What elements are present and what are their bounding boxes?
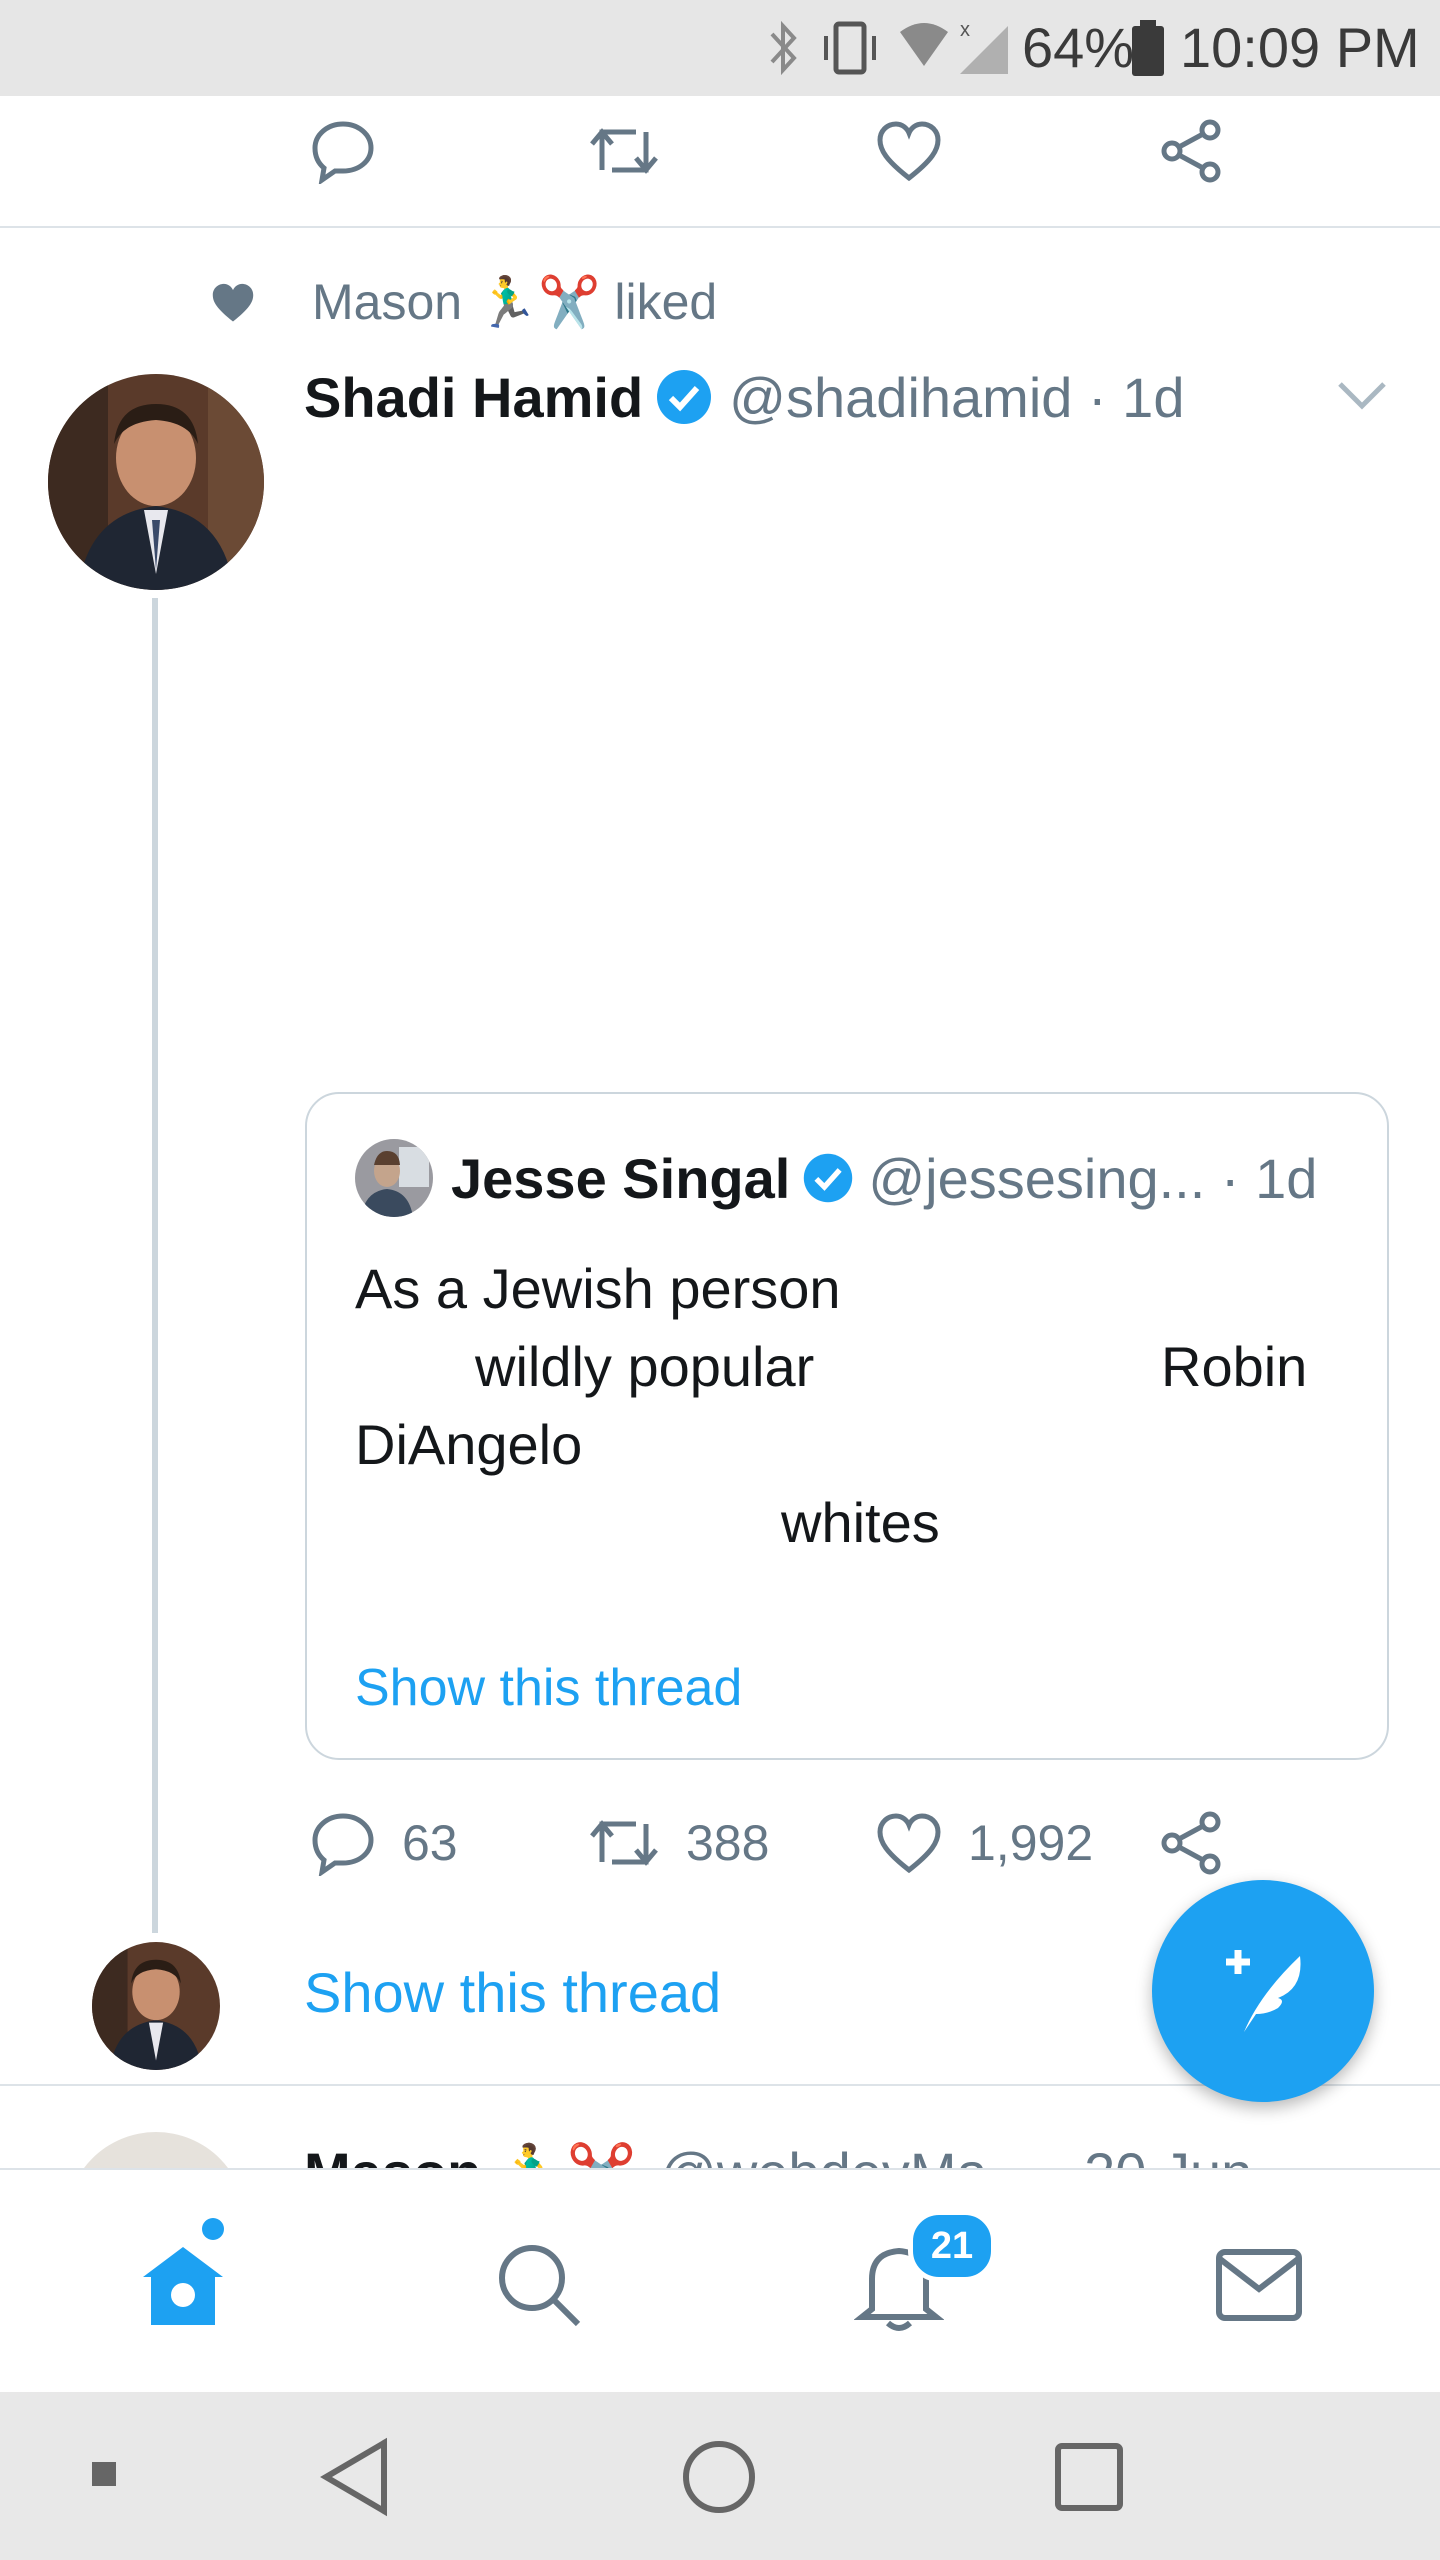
clock: 10:09 PM bbox=[1180, 16, 1420, 79]
signal-icon: x bbox=[956, 18, 1012, 78]
next-tweet-meta: @webdevMa... · 20 Jun bbox=[660, 2140, 1252, 2168]
quoted-avatar bbox=[355, 1139, 433, 1217]
wifi-icon bbox=[896, 18, 952, 78]
author-handle: @shadihamid · 1d bbox=[729, 365, 1185, 429]
author-name[interactable]: Shadi Hamid bbox=[304, 365, 643, 430]
tab-search[interactable] bbox=[484, 2230, 594, 2340]
quoted-text-line1: As a Jewish person bbox=[355, 1257, 841, 1320]
reply-icon bbox=[310, 1810, 376, 1876]
share-button[interactable] bbox=[1158, 1810, 1224, 1876]
svg-text:x: x bbox=[960, 19, 970, 41]
heart-filled-icon bbox=[210, 281, 256, 323]
share-icon bbox=[1158, 118, 1224, 184]
nav-home-button[interactable] bbox=[674, 2432, 764, 2522]
tab-home[interactable] bbox=[128, 2230, 238, 2340]
back-triangle-icon bbox=[320, 2437, 390, 2517]
share-icon bbox=[1158, 1810, 1224, 1876]
like-button[interactable] bbox=[876, 118, 942, 184]
quoted-text-line4: whites bbox=[781, 1491, 940, 1554]
divider bbox=[0, 226, 1440, 228]
show-thread-link[interactable]: Show this thread bbox=[304, 1960, 721, 2025]
like-icon bbox=[876, 118, 942, 184]
battery-percent: 64% bbox=[1022, 16, 1135, 79]
retweet-count: 388 bbox=[686, 1815, 770, 1871]
like-count: 1,992 bbox=[968, 1815, 1094, 1871]
quoted-tweet-card[interactable]: Jesse Singal @jessesing... · 1d As a Jew… bbox=[305, 1092, 1389, 1760]
recents-square-icon bbox=[1054, 2442, 1124, 2512]
bluetooth-icon bbox=[764, 18, 804, 78]
quoted-author-name: Jesse Singal bbox=[451, 1146, 791, 1210]
next-tweet-author: Mason 🏃‍♂️✂️ bbox=[304, 2140, 636, 2168]
tweet-header: Shadi Hamid @shadihamid · 1d bbox=[304, 362, 1184, 432]
share-button[interactable] bbox=[1158, 118, 1224, 184]
square-small-icon bbox=[92, 2462, 116, 2486]
reply-button[interactable] bbox=[310, 118, 376, 184]
retweet-button[interactable]: 388 bbox=[588, 1810, 769, 1876]
next-tweet-avatar bbox=[66, 2132, 246, 2168]
thread-avatar[interactable] bbox=[92, 1942, 220, 2070]
quoted-author-handle: @jessesing... · 1d bbox=[868, 1146, 1318, 1210]
system-nav-bar bbox=[0, 2392, 1440, 2560]
compose-feather-icon bbox=[1208, 1936, 1318, 2046]
reply-count: 63 bbox=[402, 1815, 458, 1871]
nav-recents-button[interactable] bbox=[1044, 2432, 1134, 2522]
quoted-text-line2a: wildly popular bbox=[475, 1335, 815, 1398]
like-icon bbox=[876, 1810, 942, 1876]
mail-icon bbox=[1214, 2247, 1304, 2323]
verified-badge-icon bbox=[655, 368, 713, 426]
notification-badge: 21 bbox=[908, 2210, 996, 2282]
quoted-show-thread-link[interactable]: Show this thread bbox=[355, 1658, 742, 1718]
compose-tweet-button[interactable] bbox=[1152, 1880, 1374, 2102]
retweet-icon bbox=[588, 1810, 660, 1876]
reply-icon bbox=[310, 118, 376, 184]
bottom-tab-bar bbox=[0, 2168, 1440, 2394]
social-context: Mason 🏃‍♂️✂️ liked bbox=[210, 268, 717, 336]
search-icon bbox=[494, 2240, 584, 2330]
quoted-text-line2b: Robin bbox=[1161, 1335, 1308, 1398]
quoted-tweet-header: Jesse Singal @jessesing... · 1d bbox=[355, 1138, 1317, 1218]
vibrate-icon bbox=[816, 18, 884, 78]
chevron-down-icon[interactable] bbox=[1336, 378, 1388, 412]
home-new-content-dot bbox=[202, 2218, 224, 2240]
battery-icon bbox=[1130, 18, 1166, 78]
quoted-text-line3: DiAngelo bbox=[355, 1413, 583, 1476]
next-tweet-peek[interactable]: Mason 🏃‍♂️✂️ @webdevMa... · 20 Jun bbox=[0, 2088, 1440, 2168]
home-circle-icon bbox=[681, 2439, 757, 2515]
home-icon bbox=[135, 2237, 231, 2333]
verified-badge-icon bbox=[802, 1152, 854, 1204]
retweet-button[interactable] bbox=[588, 118, 660, 184]
avatar[interactable] bbox=[48, 374, 264, 590]
nav-extra-button[interactable] bbox=[84, 2454, 124, 2494]
status-bar: x 64% 10:09 PM bbox=[0, 0, 1440, 96]
like-button[interactable]: 1,992 bbox=[876, 1810, 1093, 1876]
thread-connector bbox=[152, 598, 158, 1933]
reply-button[interactable]: 63 bbox=[310, 1810, 458, 1876]
nav-back-button[interactable] bbox=[310, 2432, 400, 2522]
tab-messages[interactable] bbox=[1204, 2230, 1314, 2340]
social-context-text: Mason 🏃‍♂️✂️ liked bbox=[312, 273, 718, 330]
retweet-icon bbox=[588, 118, 660, 184]
